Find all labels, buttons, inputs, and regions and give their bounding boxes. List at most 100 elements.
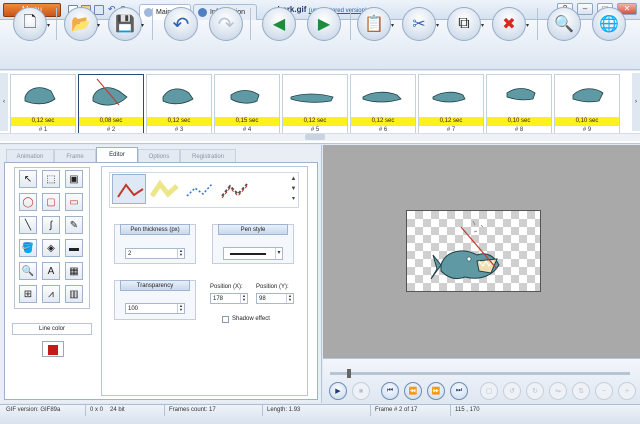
timeline-track[interactable] <box>330 372 630 375</box>
next-frame-player-button[interactable]: ⏩ <box>427 382 445 400</box>
tab-options[interactable]: Options <box>138 149 180 163</box>
undo-button[interactable]: ↶ <box>164 7 198 41</box>
tab-editor[interactable]: Editor <box>96 147 138 163</box>
delete-dropdown-icon[interactable]: ▾ <box>526 22 532 29</box>
position-x-spinner-icon[interactable]: ▲ ▼ <box>240 294 247 303</box>
previous-frame-button[interactable]: ◀ <box>262 7 296 41</box>
save-dropdown-icon[interactable]: ▾ <box>141 22 147 29</box>
tool-image-button[interactable]: ▣ <box>65 170 83 188</box>
tool-stamp-button[interactable]: ▦ <box>65 262 83 280</box>
pen-thickness-input[interactable]: 2 ▲ ▼ <box>125 248 185 259</box>
transparency-input[interactable]: 100 ▲ ▼ <box>125 303 185 314</box>
tool-eraser-button[interactable]: ▬ <box>65 239 83 257</box>
mirror-button[interactable]: ⇅ <box>572 382 590 400</box>
paste-dropdown-icon[interactable]: ▾ <box>391 22 397 29</box>
tab-registration[interactable]: Registration <box>180 149 236 163</box>
tool-rectangle-button[interactable]: ▭ <box>65 193 83 211</box>
prev-frame-button[interactable]: ⏪ <box>404 382 422 400</box>
play-button[interactable]: ▶ <box>329 382 347 400</box>
tab-animation[interactable]: Animation <box>6 149 54 163</box>
tool-select-button[interactable]: ⬚ <box>42 170 60 188</box>
line-style-dashed[interactable] <box>217 174 251 204</box>
position-x-input[interactable]: 178 ▲ ▼ <box>210 293 248 304</box>
pen-style-select[interactable]: ▾ <box>223 247 283 260</box>
frames-scrollbar-thumb[interactable] <box>305 134 325 140</box>
position-y-spinner-icon[interactable]: ▲ ▼ <box>286 294 293 303</box>
tool-pointer-button[interactable]: ↖ <box>19 170 37 188</box>
tool-pencil-button[interactable]: ✎ <box>65 216 83 234</box>
tool-frame-button[interactable]: ▥ <box>65 285 83 303</box>
copy-button[interactable]: ⧉ <box>447 7 481 41</box>
tab-frame[interactable]: Frame <box>54 149 96 163</box>
status-separator <box>262 405 263 416</box>
tool-crop-button[interactable]: ⊞ <box>19 285 37 303</box>
line-styles-scrollbar[interactable]: ▲ ▼ ▾ <box>289 174 298 206</box>
open-dropdown-icon[interactable]: ▾ <box>97 22 103 29</box>
stop-button[interactable]: ■ <box>352 382 370 400</box>
curve-icon: ∫ <box>49 219 53 231</box>
tool-zoom-button[interactable]: 🔍 <box>19 262 37 280</box>
zoom-out-button[interactable]: − <box>595 382 613 400</box>
frame-thumbnail[interactable]: 0,12 sec # 3 <box>146 74 212 134</box>
tool-line-button[interactable]: ╲ <box>19 216 37 234</box>
rotate-left-button[interactable]: ↺ <box>503 382 521 400</box>
new-dropdown-icon[interactable]: ▾ <box>47 22 53 29</box>
chevron-down-icon[interactable]: ▾ <box>275 248 282 259</box>
flip-button[interactable]: ⇋ <box>549 382 567 400</box>
tool-rounded-rect-button[interactable]: ▢ <box>42 193 60 211</box>
frame-thumbnail[interactable]: 0,12 sec # 5 <box>282 74 348 134</box>
tool-picker-button[interactable]: ◈ <box>42 239 60 257</box>
frame-canvas[interactable] <box>406 210 541 292</box>
dashed-line-style-icon <box>221 183 248 199</box>
tool-ellipse-button[interactable]: ◯ <box>19 193 37 211</box>
first-frame-button[interactable]: ⏮ <box>381 382 399 400</box>
timeline-slider[interactable] <box>347 369 351 378</box>
frame-thumbnail[interactable]: 0,12 sec # 6 <box>350 74 416 134</box>
cut-dropdown-icon[interactable]: ▾ <box>436 22 442 29</box>
zoom-button[interactable]: 🔍 <box>547 7 581 41</box>
cut-button[interactable]: ✂ <box>402 7 436 41</box>
strip-scroll-right-icon[interactable]: › <box>632 73 640 131</box>
frame-thumbnail[interactable]: 0,10 sec # 8 <box>486 74 552 134</box>
tool-fill-button[interactable]: 🪣 <box>19 239 37 257</box>
tool-text-button[interactable]: A <box>42 262 60 280</box>
position-y-label: Position (Y): <box>256 284 289 290</box>
delete-button[interactable]: ✖ <box>492 7 526 41</box>
shadow-effect-checkbox[interactable] <box>222 316 229 323</box>
copy-dropdown-icon[interactable]: ▾ <box>481 22 487 29</box>
zoom-in-button[interactable]: + <box>618 382 636 400</box>
last-frame-button[interactable]: ⏭ <box>450 382 468 400</box>
frame-thumbnail[interactable]: 0,12 sec # 7 <box>418 74 484 134</box>
save-icon: 💾 <box>115 16 135 33</box>
frame-thumbnail[interactable]: 0,15 sec # 4 <box>214 74 280 134</box>
frame-thumbnail[interactable]: 0,08 sec # 2 <box>78 74 144 134</box>
frame-duration: 0,12 sec <box>283 117 347 126</box>
save-button[interactable]: 💾 <box>108 7 142 41</box>
web-button[interactable]: 🌐 <box>592 7 626 41</box>
dotted-line-style-icon <box>186 183 213 197</box>
next-frame-button[interactable]: ▶ <box>307 7 341 41</box>
frame-thumbnail[interactable]: 0,10 sec # 9 <box>554 74 620 134</box>
rotate-right-button[interactable]: ↻ <box>526 382 544 400</box>
fit-button[interactable]: ▢ <box>480 382 498 400</box>
line-color-button[interactable] <box>42 341 64 357</box>
tool-resize-button[interactable]: ⩘ <box>42 285 60 303</box>
transparency-spinner-icon[interactable]: ▲ ▼ <box>177 304 184 313</box>
paste-button[interactable]: 📋 <box>357 7 391 41</box>
open-button[interactable]: 📂 <box>64 7 98 41</box>
tool-curve-button[interactable]: ∫ <box>42 216 60 234</box>
status-gif-version: GIF version: GIF89a <box>6 407 61 413</box>
line-style-highlighter[interactable] <box>147 174 181 204</box>
strip-scroll-left-icon[interactable]: ‹ <box>0 73 8 131</box>
line-style-solid[interactable] <box>112 174 146 204</box>
pen-thickness-spinner-icon[interactable]: ▲ ▼ <box>177 249 184 258</box>
redo-button[interactable]: ↷ <box>209 7 243 41</box>
position-y-input[interactable]: 98 ▲ ▼ <box>256 293 294 304</box>
status-separator <box>85 405 86 416</box>
new-button[interactable]: 🗋 <box>13 7 47 41</box>
frame-thumbnail[interactable]: 0,12 sec # 1 <box>10 74 76 134</box>
line-style-dotted[interactable] <box>182 174 216 204</box>
minimize-button[interactable]: – <box>577 3 593 15</box>
frame-duration: 0,12 sec <box>419 117 483 126</box>
pen-style-solid-line <box>230 253 266 255</box>
